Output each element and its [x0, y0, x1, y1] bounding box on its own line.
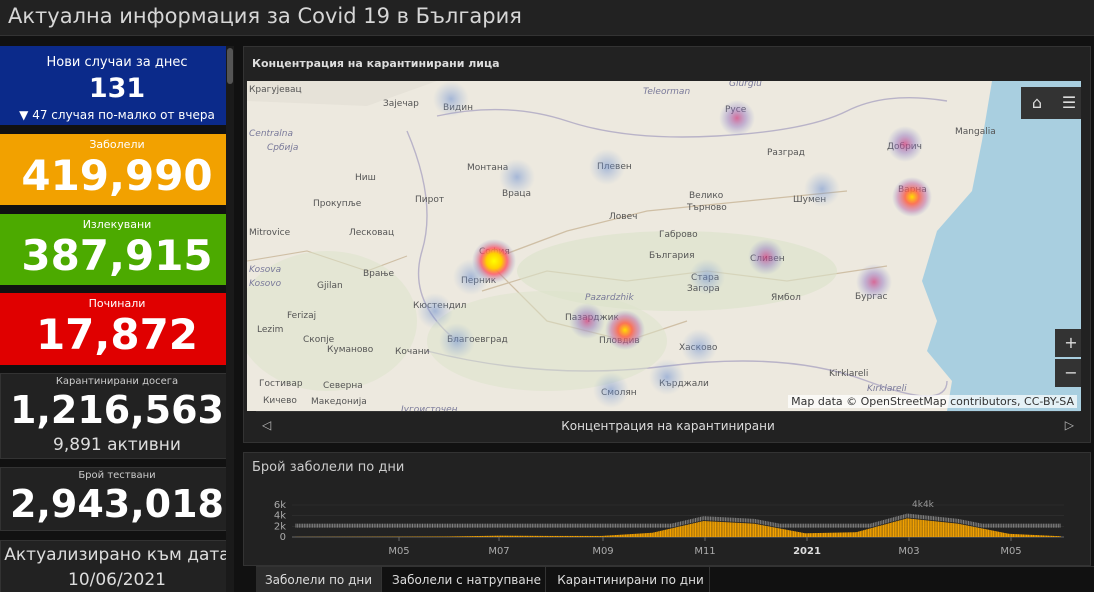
list-icon: ☰	[1061, 93, 1077, 112]
deaths-label: Починали	[88, 297, 146, 310]
y-tick-label: 4k	[274, 511, 286, 522]
x-tick-label: 2021	[793, 546, 821, 557]
heat-spot	[804, 171, 840, 207]
y-tick-label: 6k	[274, 500, 286, 511]
chart-tabs: Заболели по дни Заболели с натрупване Ка…	[256, 566, 1094, 592]
daily-cases-chart[interactable]: 02k4k6k M05 M07 M09 M11 2021 M03 M05 4k4k	[244, 493, 1092, 565]
carousel-next-icon[interactable]: ▷	[1065, 418, 1074, 432]
tab-cumulative-cases[interactable]: Заболели с натрупване	[388, 567, 546, 592]
heat-spot	[892, 177, 932, 217]
recovered-label: Излекувани	[82, 218, 152, 231]
x-tick-label: M03	[898, 546, 919, 557]
map-carousel: ◁ Концентрация на карантинирани ▷	[256, 411, 1080, 439]
deaths-value: 17,872	[35, 310, 199, 359]
map-panel: Концентрация на карантинирани лица Крагу…	[243, 46, 1091, 443]
y-tick-label: 0	[280, 532, 286, 543]
heat-spot	[453, 259, 489, 295]
heat-spot	[589, 149, 625, 185]
chart-panel: Брой заболели по дни 0 2k 4k 6k M05 M07 M09 M11…	[243, 452, 1091, 566]
heat-spot	[681, 329, 717, 365]
heat-spot	[439, 323, 475, 359]
zoom-out-button[interactable]: −	[1055, 359, 1081, 387]
heat-spot	[605, 310, 645, 350]
infected-value: 419,990	[21, 151, 213, 200]
heat-spot	[417, 293, 453, 329]
new-cases-card: Нови случаи за днес 131 ▼ 47 случая по-м…	[0, 46, 234, 125]
infected-label: Заболели	[89, 138, 145, 151]
home-icon: ⌂	[1031, 93, 1043, 112]
tests-card: Брой тествани 2,943,018	[0, 467, 234, 531]
new-cases-label: Нови случаи за днес	[46, 55, 188, 70]
heat-spot	[689, 259, 725, 295]
map-panel-title: Концентрация на карантинирани лица	[252, 57, 500, 70]
heat-spot	[887, 126, 923, 162]
x-tick-label: M09	[592, 546, 613, 557]
home-button[interactable]: ⌂	[1021, 87, 1053, 119]
legend-button[interactable]: ☰	[1053, 87, 1081, 119]
quarantined-label: Карантинирани досега	[55, 376, 179, 387]
y-tick-label: 2k	[274, 521, 286, 532]
left-scrollbar[interactable]	[226, 46, 234, 592]
scrollbar-thumb[interactable]	[227, 48, 233, 84]
x-tick-label: M07	[488, 546, 509, 557]
quarantined-active: 9,891 активни	[53, 435, 181, 455]
heat-spot	[719, 100, 755, 136]
chart-annotation: 4k4k	[912, 500, 935, 510]
map-view[interactable]: КрагујевацЗајечарВидинGiurgiuTeleormanРу…	[247, 81, 1081, 411]
heat-spot	[748, 239, 784, 275]
heat-spot	[499, 159, 535, 195]
deaths-card: Починали 17,872	[0, 293, 234, 365]
new-cases-change: ▼ 47 случая по-малко от вчера	[19, 108, 215, 122]
tests-value: 2,943,018	[10, 482, 224, 526]
quarantined-card: Карантинирани досега 1,216,563 9,891 акт…	[0, 373, 234, 459]
top-bar: Актуална информация за Covid 19 в Българ…	[0, 0, 1094, 36]
heat-spot	[856, 264, 892, 300]
chart-title: Брой заболели по дни	[252, 460, 405, 475]
page-title: Актуална информация за Covid 19 в Българ…	[8, 4, 522, 28]
x-tick-label: M11	[694, 546, 715, 557]
heatmap-layer	[417, 81, 932, 408]
tab-daily-cases[interactable]: Заболели по дни	[256, 567, 382, 592]
recovered-card: Излекувани 387,915	[0, 214, 234, 285]
zoom-in-button[interactable]: +	[1055, 329, 1081, 357]
heat-spot	[649, 359, 685, 395]
x-tick-label: M05	[388, 546, 409, 557]
map-attribution: Map data © OpenStreetMap contributors, C…	[788, 395, 1077, 408]
updated-card: Актуализирано към дата 10/06/2021	[0, 540, 234, 592]
heat-spot	[593, 372, 629, 408]
tab-daily-quarantined[interactable]: Карантинирани по дни	[552, 567, 710, 592]
carousel-label: Концентрация на карантинирани	[561, 419, 775, 433]
quarantined-value: 1,216,563	[10, 388, 224, 432]
x-tick-label: M05	[1000, 546, 1021, 557]
heat-spot	[433, 81, 469, 117]
tests-label: Брой тествани	[78, 470, 156, 481]
recovered-value: 387,915	[21, 231, 213, 280]
heat-spot	[569, 303, 605, 339]
updated-date: 10/06/2021	[68, 570, 166, 590]
updated-label: Актуализирано към дата	[4, 545, 230, 565]
infected-card: Заболели 419,990	[0, 134, 234, 205]
new-cases-value: 131	[88, 73, 146, 104]
